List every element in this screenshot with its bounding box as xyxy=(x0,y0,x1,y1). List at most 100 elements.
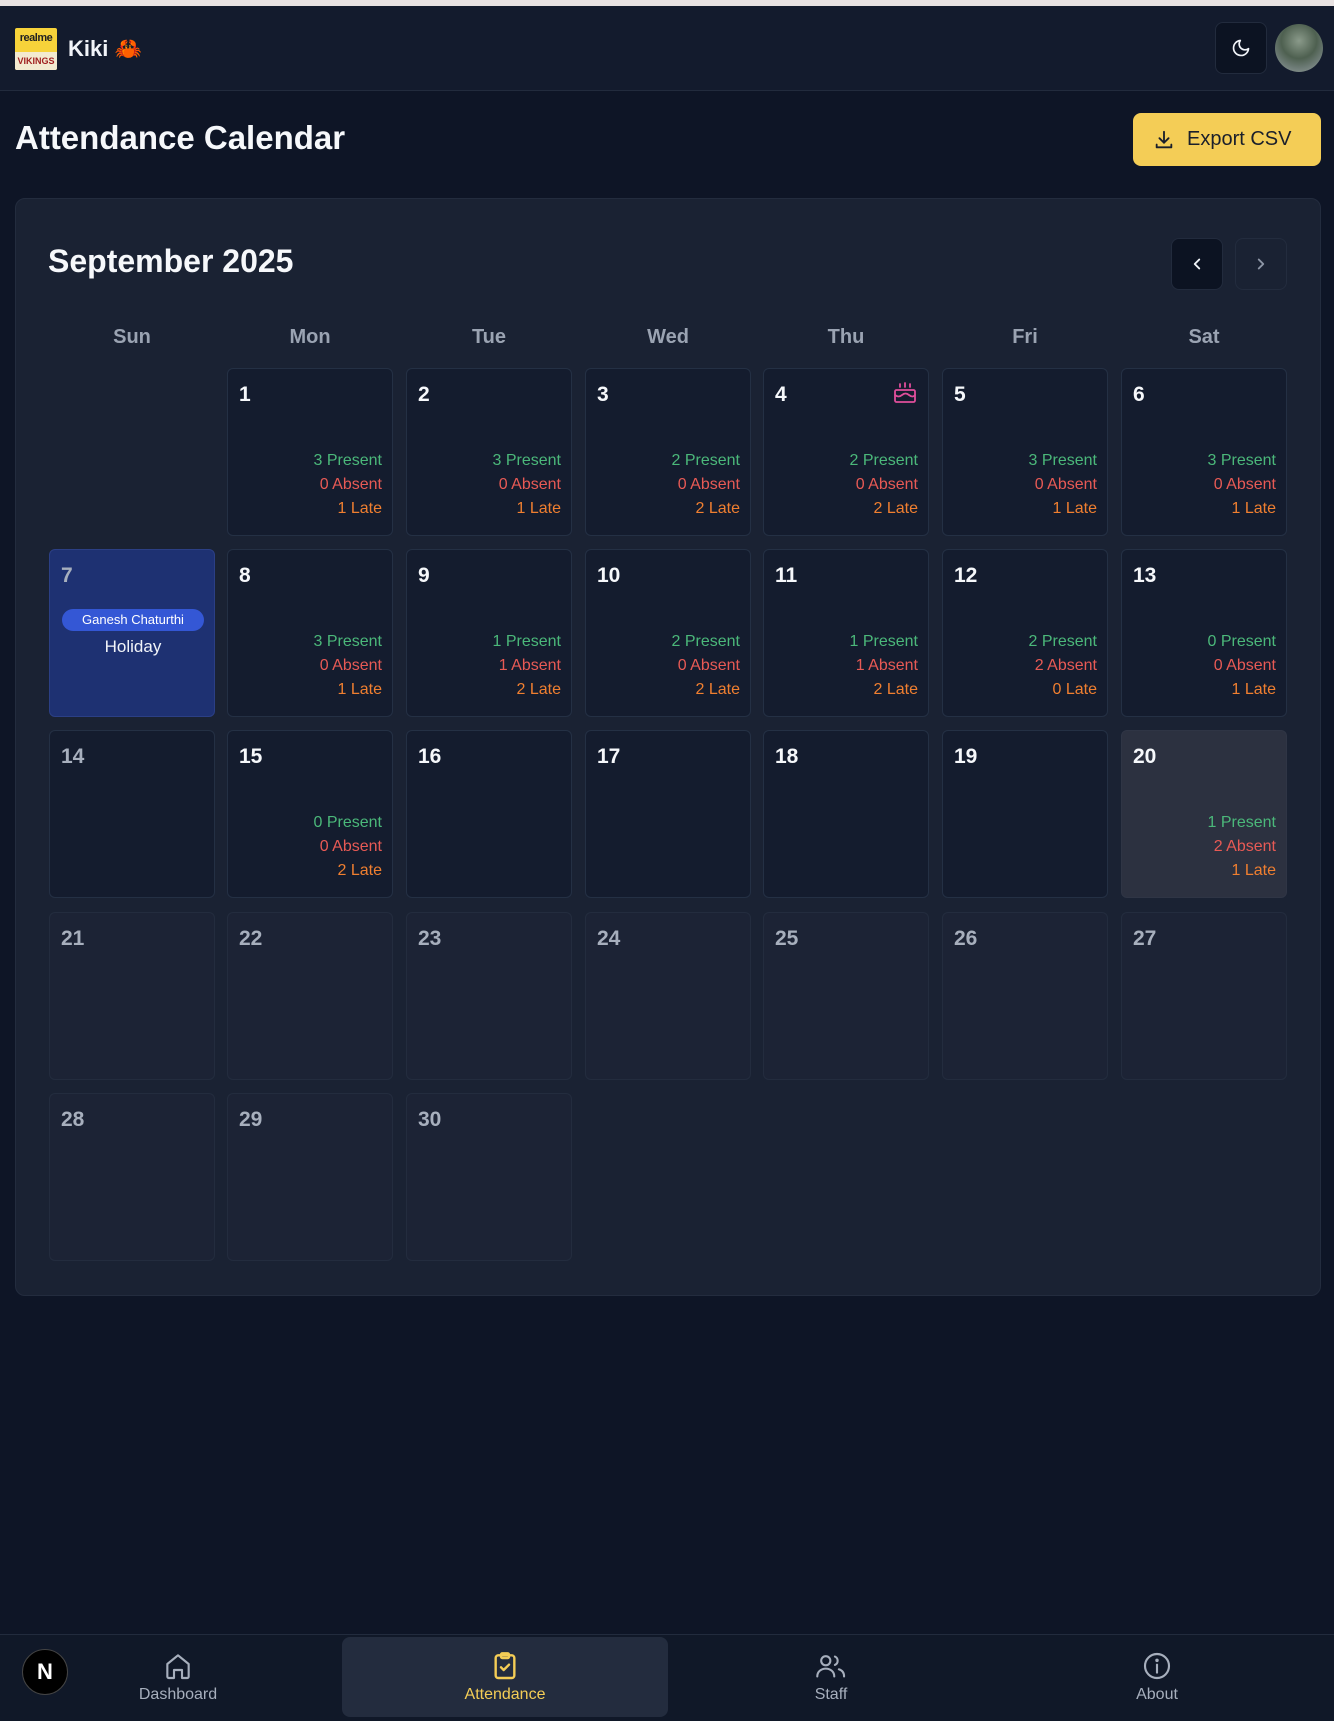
day-cell[interactable]: 26 xyxy=(942,912,1108,1080)
day-cell[interactable]: 27 xyxy=(1121,912,1287,1080)
day-cell[interactable]: 21 xyxy=(49,912,215,1080)
nav-attendance[interactable]: Attendance xyxy=(342,1637,668,1717)
export-csv-button[interactable]: Export CSV xyxy=(1133,113,1321,166)
day-cell[interactable]: 10 2 Present 0 Absent 2 Late xyxy=(585,549,751,717)
day-number: 9 xyxy=(418,564,430,587)
present-count: 2 Present xyxy=(671,452,740,469)
month-label: September 2025 xyxy=(48,243,294,279)
absent-count: 0 Absent xyxy=(319,476,382,493)
day-cell[interactable]: 25 xyxy=(763,912,929,1080)
day-number: 1 xyxy=(239,383,251,406)
day-number: 24 xyxy=(597,927,621,950)
weekday-header: Thu xyxy=(827,326,865,348)
day-number: 25 xyxy=(775,927,799,950)
day-cell-holiday[interactable]: 7 Ganesh Chaturthi Holiday xyxy=(49,549,215,717)
prev-month-button[interactable] xyxy=(1171,238,1223,290)
day-number: 15 xyxy=(239,745,263,768)
day-cell[interactable]: 19 xyxy=(942,730,1108,898)
nav-dashboard[interactable]: Dashboard xyxy=(15,1637,341,1717)
nav-label: About xyxy=(1136,1686,1178,1703)
day-cell[interactable]: 13 0 Present 0 Absent 1 Late xyxy=(1121,549,1287,717)
day-cell[interactable]: 6 3 Present 0 Absent 1 Late xyxy=(1121,368,1287,536)
clipboard-check-icon xyxy=(494,1652,516,1680)
theme-toggle-button[interactable] xyxy=(1215,22,1267,74)
absent-count: 0 Absent xyxy=(498,476,561,493)
nav-staff[interactable]: Staff xyxy=(668,1637,994,1717)
day-cell[interactable]: 5 3 Present 0 Absent 1 Late xyxy=(942,368,1108,536)
day-cell[interactable]: 2 3 Present 0 Absent 1 Late xyxy=(406,368,572,536)
day-number: 17 xyxy=(597,745,621,768)
day-cell[interactable]: 17 xyxy=(585,730,751,898)
day-cell[interactable]: 12 2 Present 2 Absent 0 Late xyxy=(942,549,1108,717)
home-icon xyxy=(166,1654,190,1680)
day-number: 23 xyxy=(418,927,442,950)
chevron-right-icon xyxy=(1257,258,1265,270)
day-cell[interactable]: 15 0 Present 0 Absent 2 Late xyxy=(227,730,393,898)
present-count: 3 Present xyxy=(492,452,561,469)
attendance-stats: 1 Present 1 Absent 2 Late xyxy=(850,630,918,702)
day-cell[interactable]: 8 3 Present 0 Absent 1 Late xyxy=(227,549,393,717)
day-cell[interactable]: 24 xyxy=(585,912,751,1080)
present-count: 3 Present xyxy=(313,633,382,650)
app-logo[interactable]: realme VIKINGS xyxy=(15,28,57,70)
absent-count: 2 Absent xyxy=(1034,657,1097,674)
day-number: 3 xyxy=(597,383,609,406)
day-number: 10 xyxy=(597,564,621,587)
day-cell[interactable]: 16 xyxy=(406,730,572,898)
day-cell-today[interactable]: 20 1 Present 2 Absent 1 Late xyxy=(1121,730,1287,898)
day-cell[interactable]: 11 1 Present 1 Absent 2 Late xyxy=(763,549,929,717)
day-cell[interactable]: 14 xyxy=(49,730,215,898)
late-count: 2 Late xyxy=(337,862,382,879)
next-month-button[interactable] xyxy=(1235,238,1287,290)
late-count: 1 Late xyxy=(1052,500,1097,517)
day-number: 19 xyxy=(954,745,978,768)
late-count: 2 Late xyxy=(695,681,740,698)
late-count: 2 Late xyxy=(695,500,740,517)
day-cell[interactable]: 4 2 Present 0 Absent 2 Late xyxy=(763,368,929,536)
user-avatar[interactable] xyxy=(1275,24,1323,72)
absent-count: 1 Absent xyxy=(498,657,561,674)
absent-count: 1 Absent xyxy=(855,657,918,674)
day-number: 5 xyxy=(954,383,966,406)
absent-count: 0 Absent xyxy=(677,657,740,674)
weekday-header: Fri xyxy=(1012,326,1038,348)
day-number: 4 xyxy=(775,383,787,406)
attendance-stats: 0 Present 0 Absent 1 Late xyxy=(1208,630,1276,702)
day-cell[interactable]: 22 xyxy=(227,912,393,1080)
present-count: 0 Present xyxy=(1207,633,1276,650)
present-count: 3 Present xyxy=(313,452,382,469)
day-number: 13 xyxy=(1133,564,1157,587)
absent-count: 2 Absent xyxy=(1213,838,1276,855)
late-count: 1 Late xyxy=(1231,500,1276,517)
present-count: 1 Present xyxy=(849,633,918,650)
day-number: 16 xyxy=(418,745,442,768)
day-cell[interactable]: 28 xyxy=(49,1093,215,1261)
day-cell[interactable]: 29 xyxy=(227,1093,393,1261)
day-cell[interactable]: 3 2 Present 0 Absent 2 Late xyxy=(585,368,751,536)
day-number: 7 xyxy=(61,564,73,587)
app-header: realme VIKINGS Kiki 🦀 xyxy=(0,6,1334,91)
absent-count: 0 Absent xyxy=(319,838,382,855)
late-count: 1 Late xyxy=(337,681,382,698)
day-cell[interactable]: 30 xyxy=(406,1093,572,1261)
late-count: 2 Late xyxy=(516,681,561,698)
bottom-navigation: N Dashboard Attendance Staff About xyxy=(0,1634,1334,1721)
present-count: 3 Present xyxy=(1207,452,1276,469)
day-number: 18 xyxy=(775,745,799,768)
attendance-stats: 3 Present 0 Absent 1 Late xyxy=(493,449,561,521)
day-cell[interactable]: 18 xyxy=(763,730,929,898)
nav-about[interactable]: About xyxy=(994,1637,1320,1717)
attendance-stats: 1 Present 1 Absent 2 Late xyxy=(493,630,561,702)
attendance-stats: 0 Present 0 Absent 2 Late xyxy=(314,811,382,883)
late-count: 0 Late xyxy=(1052,681,1097,698)
day-cell[interactable]: 9 1 Present 1 Absent 2 Late xyxy=(406,549,572,717)
present-count: 2 Present xyxy=(671,633,740,650)
day-cell[interactable]: 23 xyxy=(406,912,572,1080)
attendance-stats: 3 Present 0 Absent 1 Late xyxy=(314,630,382,702)
late-count: 1 Late xyxy=(1231,862,1276,879)
attendance-stats: 2 Present 0 Absent 2 Late xyxy=(672,449,740,521)
weekday-header: Sat xyxy=(1188,326,1220,348)
day-cell[interactable]: 1 3 Present 0 Absent 1 Late xyxy=(227,368,393,536)
nav-label: Staff xyxy=(814,1686,848,1703)
day-number: 30 xyxy=(418,1108,442,1131)
